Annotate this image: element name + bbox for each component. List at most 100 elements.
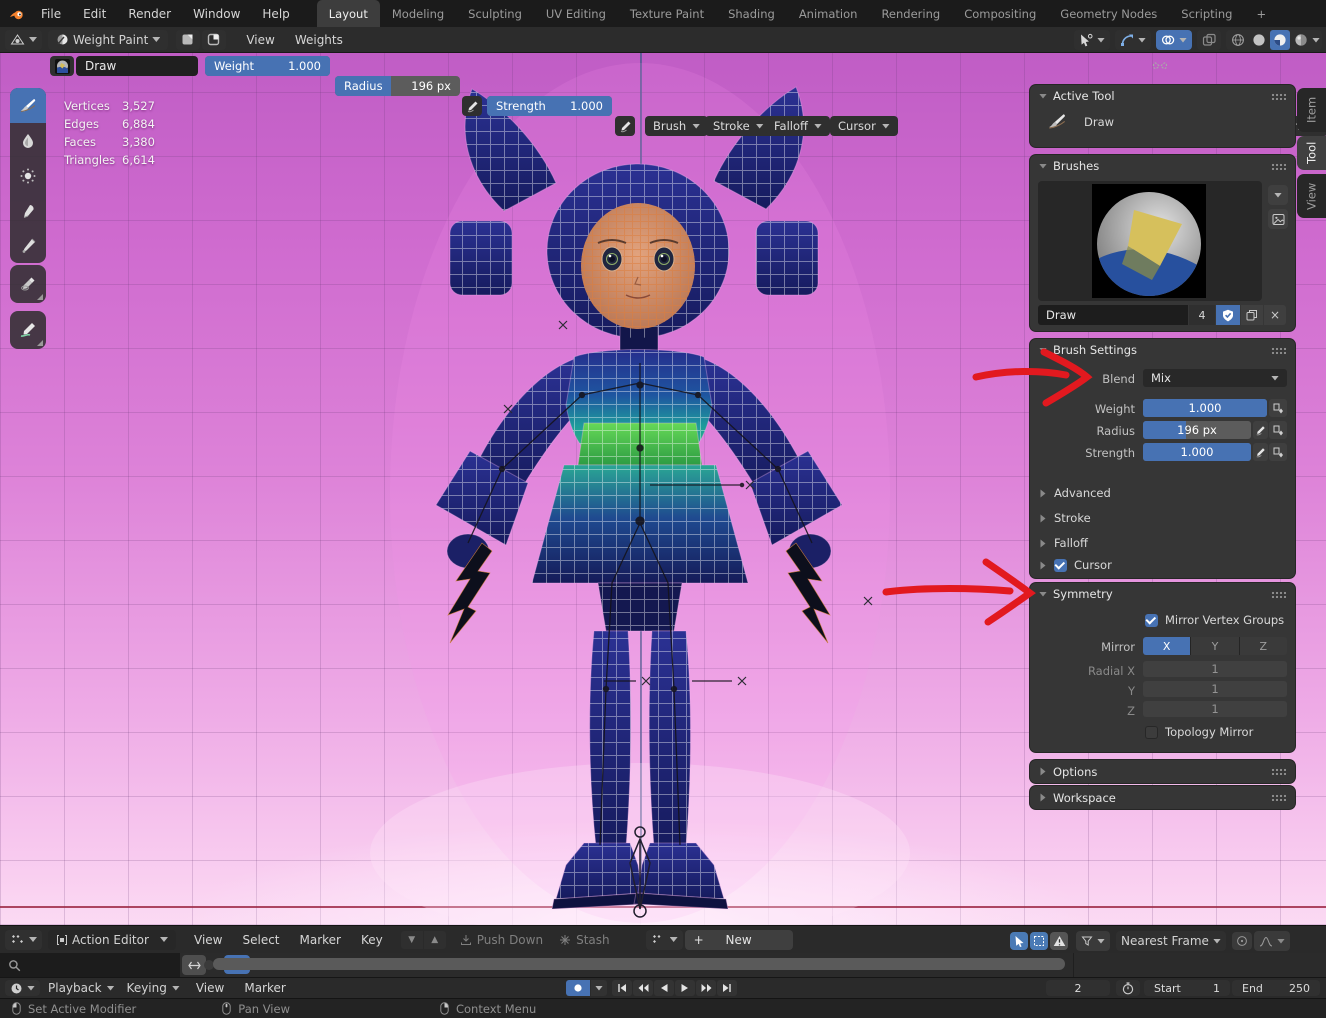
- menu-render[interactable]: Render: [117, 0, 182, 27]
- proportional-edit-button[interactable]: [1232, 932, 1252, 950]
- proportional-falloff-dropdown[interactable]: [1254, 931, 1290, 951]
- frame-start-field[interactable]: Start1: [1144, 980, 1230, 996]
- tab-compositing[interactable]: Compositing: [952, 0, 1048, 27]
- fake-user-button[interactable]: [1216, 305, 1240, 325]
- blender-logo-icon[interactable]: [8, 6, 26, 22]
- frame-end-field[interactable]: End250: [1232, 980, 1320, 996]
- weight-animate-button[interactable]: [1269, 399, 1287, 417]
- tab-layout[interactable]: Layout: [317, 0, 380, 27]
- mode-selector[interactable]: Weight Paint: [48, 30, 168, 50]
- paint-mask-vertex-toggle[interactable]: [202, 30, 226, 50]
- tab-modeling[interactable]: Modeling: [380, 0, 456, 27]
- snap-dropdown[interactable]: Nearest Frame: [1116, 931, 1226, 951]
- box-select-button[interactable]: [1030, 932, 1048, 950]
- tab-shading[interactable]: Shading: [716, 0, 787, 27]
- playback-menu[interactable]: Playback: [48, 981, 115, 995]
- menu-window[interactable]: Window: [182, 0, 251, 27]
- jump-to-start-button[interactable]: [612, 980, 632, 996]
- menu-view[interactable]: View: [236, 33, 284, 47]
- strength-pressure-button[interactable]: [1253, 443, 1268, 461]
- panel-drag-handle[interactable]: [1271, 347, 1286, 354]
- workspace-panel-header[interactable]: Workspace: [1030, 786, 1295, 809]
- unlink-brush-button[interactable]: ×: [1264, 305, 1286, 325]
- panel-drag-handle[interactable]: [1271, 768, 1286, 775]
- cursor-popover[interactable]: Cursor: [830, 116, 898, 136]
- move-up-button[interactable]: ▲: [424, 931, 446, 949]
- auto-keying-dropdown[interactable]: [591, 980, 607, 996]
- brushes-panel-header[interactable]: Brushes: [1030, 155, 1295, 177]
- menu-help[interactable]: Help: [251, 0, 300, 27]
- tool-annotate[interactable]: [10, 311, 46, 349]
- dopesheet-menu-marker[interactable]: Marker: [290, 933, 351, 947]
- subpanel-falloff[interactable]: Falloff: [1039, 536, 1088, 550]
- subpanel-advanced[interactable]: Advanced: [1039, 486, 1111, 500]
- radial-y-field[interactable]: 1: [1143, 681, 1287, 697]
- menu-edit[interactable]: Edit: [72, 0, 117, 27]
- only-show-errors-button[interactable]: [1050, 932, 1068, 950]
- dopesheet-mode-dropdown[interactable]: Action Editor: [48, 930, 176, 950]
- tab-rendering[interactable]: Rendering: [869, 0, 952, 27]
- tab-sculpting[interactable]: Sculpting: [456, 0, 534, 27]
- dopesheet-menu-view[interactable]: View: [184, 933, 232, 947]
- symmetry-x-button[interactable]: X: [1143, 637, 1190, 655]
- brush-select-chevron[interactable]: [1268, 185, 1288, 205]
- next-keyframe-button[interactable]: [696, 980, 716, 996]
- tweak-select-button[interactable]: [1010, 932, 1028, 950]
- brush-users-count[interactable]: 4: [1189, 305, 1215, 325]
- shading-rendered-button[interactable]: [1291, 33, 1311, 47]
- tool-sample-weight[interactable]: [10, 265, 46, 303]
- push-down-button[interactable]: Push Down: [460, 933, 543, 947]
- brush-preview-button[interactable]: [50, 56, 74, 76]
- show-overlays-toggle[interactable]: [1156, 30, 1192, 50]
- tool-smear[interactable]: [10, 193, 46, 228]
- menu-weights[interactable]: Weights: [285, 33, 353, 47]
- tab-texture-paint[interactable]: Texture Paint: [618, 0, 716, 27]
- horizontal-scrollbar[interactable]: [213, 958, 1065, 970]
- tool-blur[interactable]: [10, 123, 46, 158]
- blend-dropdown[interactable]: Mix: [1143, 369, 1287, 387]
- dopesheet-menu-key[interactable]: Key: [351, 933, 393, 947]
- radial-x-field[interactable]: 1: [1143, 661, 1287, 677]
- panel-drag-handle[interactable]: [1271, 794, 1286, 801]
- keying-menu[interactable]: Keying: [127, 981, 180, 995]
- shading-dropdown-chevron[interactable]: [1312, 38, 1320, 43]
- radius-pressure-button[interactable]: [462, 96, 482, 116]
- shading-solid-button[interactable]: [1249, 33, 1269, 47]
- filter-button[interactable]: [1076, 931, 1110, 951]
- action-datablock-button[interactable]: [646, 930, 683, 950]
- radial-z-field[interactable]: 1: [1143, 701, 1287, 717]
- use-preview-range-button[interactable]: [1116, 980, 1140, 996]
- channel-search-field[interactable]: [0, 953, 180, 977]
- shading-wireframe-button[interactable]: [1228, 33, 1248, 47]
- panel-drag-handle[interactable]: [1271, 591, 1286, 598]
- mirror-vertex-groups-row[interactable]: Mirror Vertex Groups: [1145, 613, 1284, 627]
- dopesheet-editor-type-button[interactable]: [5, 930, 42, 950]
- sidebar-tab-view[interactable]: View: [1297, 174, 1326, 218]
- duplicate-brush-button[interactable]: [1241, 305, 1263, 325]
- stroke-popover[interactable]: Stroke: [705, 116, 772, 136]
- timeline-editor-type-button[interactable]: [5, 980, 40, 996]
- tab-uv-editing[interactable]: UV Editing: [534, 0, 618, 27]
- panel-drag-handle[interactable]: [1271, 93, 1286, 100]
- menu-file[interactable]: File: [30, 0, 72, 27]
- tab-animation[interactable]: Animation: [787, 0, 870, 27]
- brush-settings-panel-header[interactable]: Brush Settings: [1030, 339, 1295, 361]
- sidebar-tab-item[interactable]: Item: [1297, 88, 1326, 132]
- timeline-menu-marker[interactable]: Marker: [234, 981, 295, 995]
- brush-popover[interactable]: Brush: [645, 116, 708, 136]
- show-gizmos-toggle[interactable]: [1115, 30, 1151, 50]
- symmetry-z-button[interactable]: Z: [1239, 637, 1287, 655]
- timeline-menu-view[interactable]: View: [186, 981, 234, 995]
- strength-animate-button[interactable]: [1269, 443, 1287, 461]
- strength-slider[interactable]: 1.000: [1143, 443, 1251, 461]
- dopesheet-menu-select[interactable]: Select: [232, 933, 289, 947]
- sidebar-tab-tool[interactable]: Tool: [1297, 136, 1326, 170]
- show-gizmo-visibility-button[interactable]: [1074, 30, 1110, 50]
- tool-average[interactable]: [10, 158, 46, 193]
- weight-slider[interactable]: 1.000: [1143, 399, 1267, 417]
- paint-mask-face-toggle[interactable]: [176, 30, 200, 50]
- mirror-vertex-groups-checkbox[interactable]: [1145, 614, 1158, 627]
- tab-geometry-nodes[interactable]: Geometry Nodes: [1048, 0, 1169, 27]
- expand-channels-button[interactable]: [182, 955, 206, 975]
- tool-gradient[interactable]: [10, 228, 46, 263]
